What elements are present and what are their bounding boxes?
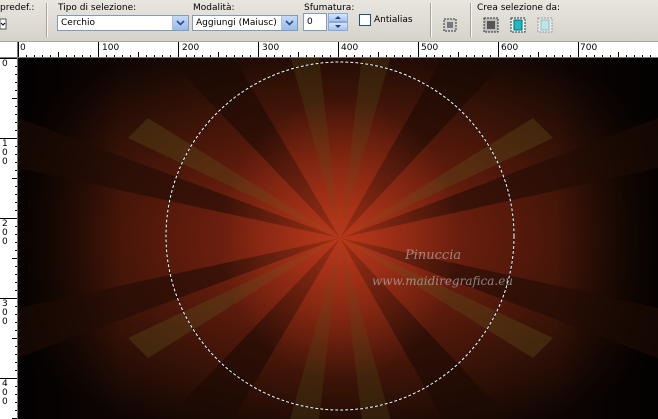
select-all-button[interactable] [442, 17, 458, 33]
ruler-label: 300 [2, 299, 8, 327]
vertical-ruler: 0 100 200 300 400 [0, 58, 18, 419]
image-canvas[interactable]: Pinuccia www.maidiregrafica.eu [18, 58, 658, 419]
watermark-name: Pinuccia [405, 248, 462, 263]
ruler-label: 0 [2, 59, 8, 69]
create-from-opaque-button[interactable] [510, 17, 526, 33]
ruler-label: 200 [2, 219, 8, 247]
feather-value: 0 [307, 17, 313, 27]
layer-selection-icon [483, 17, 499, 33]
selection-toolbar: predef.: Tipo di selezione: Cerchio Moda… [0, 0, 658, 42]
ruler-label: 700 [580, 43, 598, 53]
mode-label: Modalità: [193, 3, 235, 13]
preset-picker[interactable] [0, 17, 8, 31]
ruler-corner [0, 42, 18, 58]
preset-chevron-icon [0, 18, 7, 30]
ruler-label: 100 [2, 139, 8, 167]
horizontal-ruler: 0 100 200 300 400 500 600 700 [18, 42, 658, 58]
spin-down-button[interactable] [328, 22, 348, 31]
toolbar-separator [470, 3, 472, 37]
ruler-label: 500 [421, 43, 439, 53]
preset-label: predef.: [0, 3, 35, 13]
create-from-mask-button[interactable] [537, 17, 553, 33]
watermark-url: www.maidiregrafica.eu [372, 274, 514, 288]
selection-type-label: Tipo di selezione: [58, 3, 137, 13]
mode-dropdown[interactable]: Aggiungi (Maiusc) [192, 15, 298, 31]
create-from-label: Crea selezione da: [477, 3, 561, 13]
opaque-selection-icon [510, 17, 526, 33]
feather-spinner[interactable]: 0 [303, 13, 351, 31]
feather-input[interactable]: 0 [303, 13, 327, 31]
arrow-down-icon [335, 25, 341, 28]
mode-value: Aggiungi (Maiusc) [196, 18, 277, 28]
toolbar-separator [430, 3, 432, 37]
ruler-label: 400 [2, 379, 8, 407]
antialias-checkbox[interactable] [359, 14, 371, 26]
chevron-down-icon[interactable] [172, 16, 188, 30]
antialias-label: Antialias [374, 15, 413, 25]
mask-selection-icon [537, 17, 553, 33]
kaleidoscope-artwork [18, 58, 658, 419]
ruler-label: 400 [341, 43, 359, 53]
selection-marquee-icon [443, 18, 457, 32]
spin-up-button[interactable] [328, 13, 348, 22]
ruler-label: 300 [262, 43, 280, 53]
selection-type-value: Cerchio [61, 18, 95, 28]
toolbar-separator [46, 3, 48, 37]
chevron-down-icon[interactable] [281, 16, 297, 30]
create-from-layer-button[interactable] [483, 17, 499, 33]
selection-type-dropdown[interactable]: Cerchio [57, 15, 189, 31]
ruler-label: 600 [501, 43, 519, 53]
ruler-label: 100 [102, 43, 120, 53]
ruler-label: 0 [20, 43, 26, 53]
arrow-up-icon [335, 16, 341, 19]
ruler-label: 200 [182, 43, 200, 53]
